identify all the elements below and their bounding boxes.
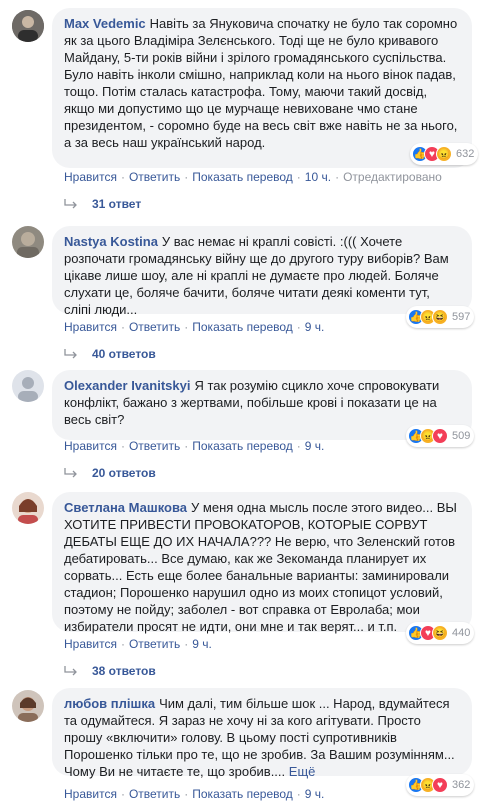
reply-link[interactable]: Ответить (129, 787, 180, 801)
timestamp[interactable]: 9 ч. (192, 637, 212, 651)
see-more-link[interactable]: Ещё (289, 764, 316, 779)
timestamp[interactable]: 9 ч. (305, 787, 325, 801)
timestamp[interactable]: 9 ч. (305, 439, 325, 453)
reactions-summary[interactable]: 👍 ♥ 😆 440 (406, 622, 475, 644)
avatar[interactable] (12, 10, 44, 42)
view-replies-link[interactable]: 40 ответов (64, 347, 156, 361)
separator: · (120, 637, 125, 651)
angry-face-icon: 😠 (436, 146, 452, 162)
timestamp[interactable]: 9 ч. (305, 320, 325, 334)
reply-arrow-icon (64, 468, 77, 478)
comment-actions: Нравится · Ответить · Показать перевод · 9 ч. (64, 787, 324, 801)
show-translation-link[interactable]: Показать перевод (192, 787, 293, 801)
comment-text: Навіть за Януковича спочатку не було так… (64, 16, 458, 150)
laughing-face-icon: 😆 (432, 625, 448, 641)
like-link[interactable]: Нравится (64, 439, 117, 453)
reaction-count: 362 (452, 779, 471, 791)
avatar-image (12, 492, 44, 524)
comment-author[interactable]: Max Vedemic (64, 16, 146, 31)
reaction-count: 509 (452, 430, 471, 442)
comment-text: У меня одна мысль после этого видео... В… (64, 500, 457, 634)
reactions-summary[interactable]: 👍 😠 😆 597 (406, 306, 475, 328)
avatar-image (12, 370, 44, 402)
comment-author[interactable]: Olexander Ivanitskyi (64, 378, 190, 393)
comment-actions: Нравится · Ответить · Показать перевод · 10 ч.… (64, 170, 442, 184)
separator: · (335, 170, 340, 184)
separator: · (184, 637, 189, 651)
avatar[interactable] (12, 226, 44, 258)
show-translation-link[interactable]: Показать перевод (192, 320, 293, 334)
separator: · (120, 787, 125, 801)
separator: · (296, 170, 301, 184)
like-link[interactable]: Нравится (64, 787, 117, 801)
reaction-count: 440 (452, 627, 471, 639)
view-replies-link[interactable]: 31 ответ (64, 197, 141, 211)
avatar-image (12, 226, 44, 258)
reaction-count: 632 (456, 148, 475, 160)
comment-author[interactable]: любов плішка (64, 696, 155, 711)
separator: · (120, 439, 125, 453)
comment-author[interactable]: Nastya Kostina (64, 234, 158, 249)
replies-count: 31 ответ (92, 197, 142, 211)
edited-label[interactable]: Отредактировано (343, 170, 442, 184)
separator: · (296, 320, 301, 334)
avatar-image (12, 10, 44, 42)
heart-icon: ♥ (432, 428, 448, 444)
replies-count: 38 ответов (92, 664, 156, 678)
avatar[interactable] (12, 492, 44, 524)
avatar[interactable] (12, 690, 44, 722)
comment-actions: Нравится · Ответить · Показать перевод · 9 ч. (64, 439, 324, 453)
show-translation-link[interactable]: Показать перевод (192, 439, 293, 453)
reactions-summary[interactable]: 👍 😠 ♥ 509 (406, 425, 475, 447)
avatar-image (12, 690, 44, 722)
comment-bubble: Светлана Машкова У меня одна мысль после … (52, 492, 472, 634)
replies-count: 40 ответов (92, 347, 156, 361)
replies-count: 20 ответов (92, 466, 156, 480)
view-replies-link[interactable]: 20 ответов (64, 466, 156, 480)
reactions-summary[interactable]: 👍 😠 ♥ 362 (406, 774, 475, 796)
show-translation-link[interactable]: Показать перевод (192, 170, 293, 184)
like-link[interactable]: Нравится (64, 170, 117, 184)
separator: · (184, 787, 189, 801)
comment-author[interactable]: Светлана Машкова (64, 500, 187, 515)
comment-actions: Нравится · Ответить · 9 ч. (64, 637, 212, 651)
separator: · (296, 787, 301, 801)
reaction-count: 597 (452, 311, 471, 323)
like-link[interactable]: Нравится (64, 320, 117, 334)
separator: · (184, 170, 189, 184)
separator: · (184, 439, 189, 453)
reply-link[interactable]: Ответить (129, 170, 180, 184)
view-replies-link[interactable]: 38 ответов (64, 664, 156, 678)
reply-link[interactable]: Ответить (129, 439, 180, 453)
reply-arrow-icon (64, 349, 77, 359)
reactions-summary[interactable]: 👍 ♥ 😠 632 (410, 143, 479, 165)
reply-link[interactable]: Ответить (129, 637, 180, 651)
like-link[interactable]: Нравится (64, 637, 117, 651)
reply-arrow-icon (64, 199, 77, 209)
comment-bubble: Nastya Kostina У вас немає ні краплі сові… (52, 226, 472, 317)
separator: · (120, 170, 125, 184)
timestamp[interactable]: 10 ч. (305, 170, 331, 184)
heart-icon: ♥ (432, 777, 448, 793)
separator: · (120, 320, 125, 334)
laughing-face-icon: 😆 (432, 309, 448, 325)
comment-bubble: Max Vedemic Навіть за Януковича спочатку … (52, 8, 472, 168)
separator: · (296, 439, 301, 453)
comment-bubble: любов плішка Чим далі, тим більше шок ...… (52, 688, 472, 779)
reply-arrow-icon (64, 666, 77, 676)
avatar[interactable] (12, 370, 44, 402)
comment-actions: Нравится · Ответить · Показать перевод · 9 ч. (64, 320, 324, 334)
reply-link[interactable]: Ответить (129, 320, 180, 334)
separator: · (184, 320, 189, 334)
